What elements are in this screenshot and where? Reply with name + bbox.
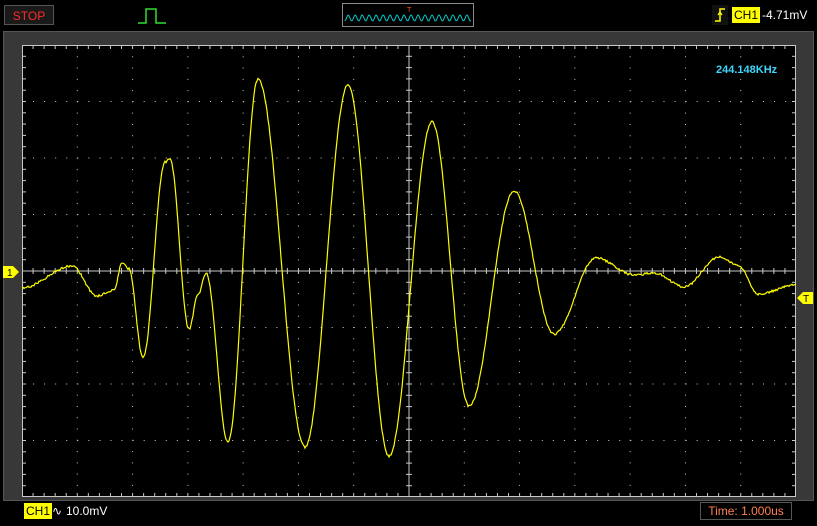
timebase-readout[interactable]: Time: 1.000us: [700, 502, 792, 520]
ac-coupling-icon: ∿: [52, 504, 63, 518]
rising-edge-icon: [712, 5, 728, 25]
frequency-readout: 244.148KHz: [716, 64, 778, 76]
trigger-marker-label: T: [803, 294, 809, 304]
run-stop-button[interactable]: STOP: [4, 5, 54, 25]
trigger-channel-badge: CH1: [732, 7, 761, 23]
channel-level-marker[interactable]: 1: [3, 266, 19, 278]
trigger-settings[interactable]: CH1 -4.71mV: [712, 5, 812, 25]
channel-marker-label: 1: [7, 268, 13, 278]
overview-wave-icon: T: [344, 7, 472, 22]
waveform-overview[interactable]: T: [342, 3, 474, 27]
pulse-trigger-icon[interactable]: [136, 4, 168, 26]
bottom-status-bar: [0, 501, 817, 526]
top-status-bar: STOP T CH1 -4.71mV: [0, 0, 817, 30]
volts-per-div[interactable]: 10.0mV: [66, 503, 107, 519]
channel-badge[interactable]: CH1: [24, 503, 53, 519]
waveform-screen[interactable]: [22, 45, 796, 497]
trigger-level: -4.71mV: [762, 8, 808, 22]
overview-trigger-marker: T: [407, 7, 412, 14]
trigger-level-marker[interactable]: T: [797, 292, 813, 304]
